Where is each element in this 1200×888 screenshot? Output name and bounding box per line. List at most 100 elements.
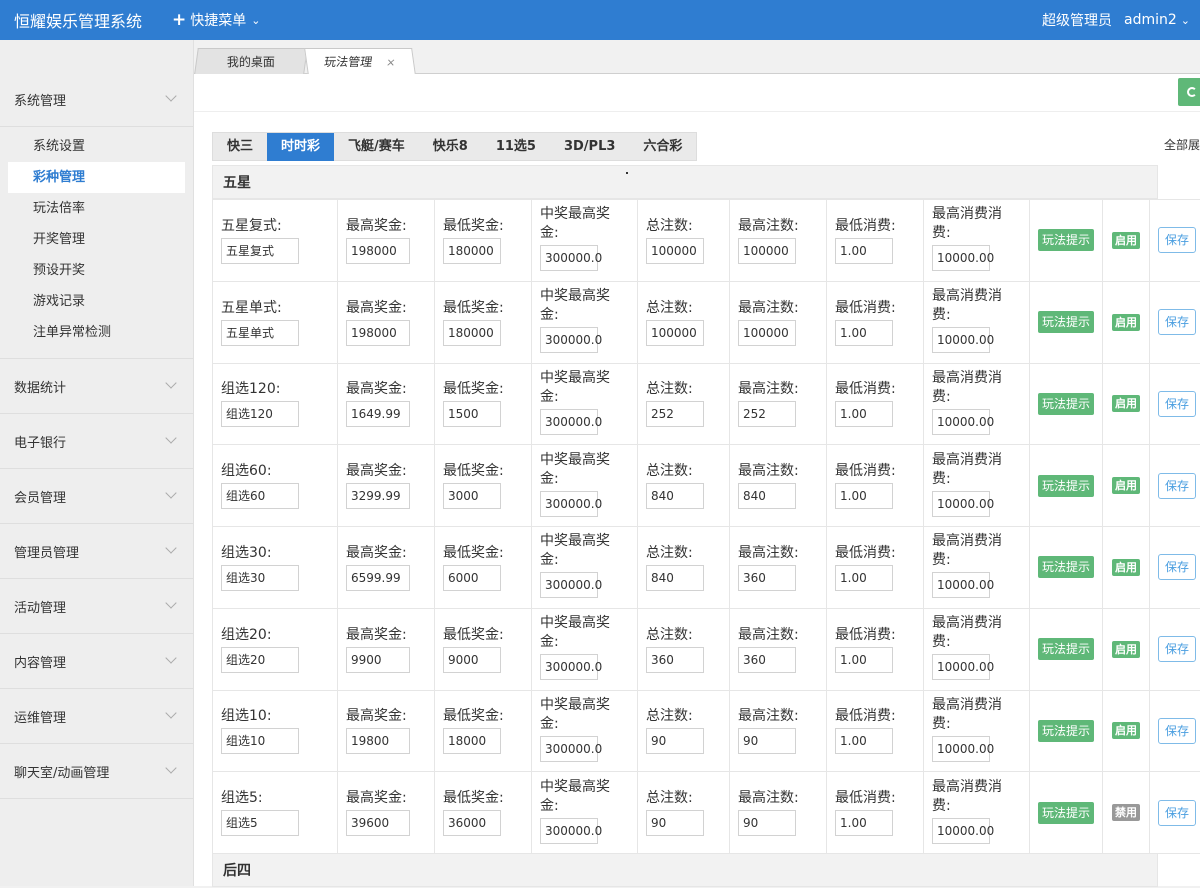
sidebar-group-members[interactable]: 会员管理 [0,469,193,524]
max-bets-input[interactable]: 90 [738,810,796,836]
max-bets-input[interactable]: 100000 [738,238,796,264]
play-tip-button[interactable]: 玩法提示 [1038,229,1094,251]
tab-lhc[interactable]: 六合彩 [629,133,696,161]
total-bets-input[interactable]: 100000 [646,320,704,346]
sidebar-item-preset-draw[interactable]: 预设开奖 [0,255,193,286]
sidebar-group-admins[interactable]: 管理员管理 [0,524,193,579]
play-name-input[interactable]: 组选60 [221,483,299,509]
refresh-button[interactable] [1178,78,1200,106]
max-win-input[interactable]: 300000.0 [540,245,598,271]
save-button[interactable]: 保存 [1158,554,1196,580]
tab-11x5[interactable]: 11选5 [482,133,550,161]
total-bets-input[interactable]: 360 [646,647,704,673]
total-bets-input[interactable]: 100000 [646,238,704,264]
max-win-input[interactable]: 300000.0 [540,491,598,517]
play-tip-button[interactable]: 玩法提示 [1038,720,1094,742]
min-prize-input[interactable]: 180000 [443,320,501,346]
total-bets-input[interactable]: 90 [646,728,704,754]
min-prize-input[interactable]: 3000 [443,483,501,509]
play-name-input[interactable]: 五星单式 [221,320,299,346]
play-tip-button[interactable]: 玩法提示 [1038,311,1094,333]
max-spend-input[interactable]: 10000.00 [932,654,990,680]
min-prize-input[interactable]: 1500 [443,401,501,427]
min-spend-input[interactable]: 1.00 [835,565,893,591]
min-spend-input[interactable]: 1.00 [835,810,893,836]
save-button[interactable]: 保存 [1158,309,1196,335]
min-prize-input[interactable]: 18000 [443,728,501,754]
play-tip-button[interactable]: 玩法提示 [1038,475,1094,497]
min-spend-input[interactable]: 1.00 [835,238,893,264]
status-badge[interactable]: 启用 [1112,722,1140,739]
sidebar-item-play-rate[interactable]: 玩法倍率 [0,193,193,224]
close-icon[interactable]: × [385,50,398,76]
max-bets-input[interactable]: 360 [738,565,796,591]
status-badge[interactable]: 启用 [1112,559,1140,576]
sidebar-group-activities[interactable]: 活动管理 [0,579,193,634]
max-spend-input[interactable]: 10000.00 [932,245,990,271]
min-prize-input[interactable]: 36000 [443,810,501,836]
status-badge[interactable]: 禁用 [1112,804,1140,821]
play-tip-button[interactable]: 玩法提示 [1038,393,1094,415]
status-badge[interactable]: 启用 [1112,477,1140,494]
play-tip-button[interactable]: 玩法提示 [1038,638,1094,660]
max-spend-input[interactable]: 10000.00 [932,409,990,435]
min-spend-input[interactable]: 1.00 [835,728,893,754]
save-button[interactable]: 保存 [1158,800,1196,826]
min-prize-input[interactable]: 180000 [443,238,501,264]
play-name-input[interactable]: 组选20 [221,647,299,673]
status-badge[interactable]: 启用 [1112,641,1140,658]
max-prize-input[interactable]: 198000 [346,320,410,346]
max-prize-input[interactable]: 9900 [346,647,410,673]
max-win-input[interactable]: 300000.0 [540,327,598,353]
sidebar-group-statistics[interactable]: 数据统计 [0,359,193,414]
max-bets-input[interactable]: 840 [738,483,796,509]
quick-menu[interactable]: + 快捷菜单 ⌄ [172,10,260,30]
play-name-input[interactable]: 组选120 [221,401,299,427]
max-prize-input[interactable]: 19800 [346,728,410,754]
sidebar-item-system-settings[interactable]: 系统设置 [0,131,193,162]
tab-ssc[interactable]: 时时彩 [267,133,334,161]
max-spend-input[interactable]: 10000.00 [932,572,990,598]
play-name-input[interactable]: 组选10 [221,728,299,754]
play-name-input[interactable]: 组选5 [221,810,299,836]
save-button[interactable]: 保存 [1158,718,1196,744]
save-button[interactable]: 保存 [1158,227,1196,253]
min-spend-input[interactable]: 1.00 [835,401,893,427]
max-prize-input[interactable]: 3299.99 [346,483,410,509]
save-button[interactable]: 保存 [1158,391,1196,417]
play-name-input[interactable]: 组选30 [221,565,299,591]
save-button[interactable]: 保存 [1158,473,1196,499]
tab-k3[interactable]: 快三 [213,133,267,161]
max-prize-input[interactable]: 1649.99 [346,401,410,427]
total-bets-input[interactable]: 840 [646,483,704,509]
max-spend-input[interactable]: 10000.00 [932,736,990,762]
sidebar-group-chatroom[interactable]: 聊天室/动画管理 [0,744,193,799]
status-badge[interactable]: 启用 [1112,232,1140,249]
sidebar-group-ops[interactable]: 运维管理 [0,689,193,744]
min-spend-input[interactable]: 1.00 [835,647,893,673]
max-prize-input[interactable]: 198000 [346,238,410,264]
play-tip-button[interactable]: 玩法提示 [1038,802,1094,824]
expand-all-link[interactable]: 全部展 [1164,136,1200,153]
total-bets-input[interactable]: 252 [646,401,704,427]
sidebar-group-system[interactable]: 系统管理 [0,72,193,127]
max-prize-input[interactable]: 6599.99 [346,565,410,591]
sidebar-item-bet-anomaly[interactable]: 注单异常检测 [0,317,193,348]
save-button[interactable]: 保存 [1158,636,1196,662]
tab-3d[interactable]: 3D/PL3 [550,133,629,161]
user-name[interactable]: admin2 [1124,12,1177,28]
max-win-input[interactable]: 300000.0 [540,572,598,598]
sidebar-group-content[interactable]: 内容管理 [0,634,193,689]
max-spend-input[interactable]: 10000.00 [932,327,990,353]
tab-play-management[interactable]: 玩法管理× [304,48,416,75]
total-bets-input[interactable]: 90 [646,810,704,836]
play-name-input[interactable]: 五星复式 [221,238,299,264]
max-bets-input[interactable]: 100000 [738,320,796,346]
tab-my-desktop[interactable]: 我的桌面 [194,48,308,74]
max-win-input[interactable]: 300000.0 [540,818,598,844]
play-tip-button[interactable]: 玩法提示 [1038,556,1094,578]
max-win-input[interactable]: 300000.0 [540,736,598,762]
max-spend-input[interactable]: 10000.00 [932,818,990,844]
tab-kl8[interactable]: 快乐8 [419,133,482,161]
total-bets-input[interactable]: 840 [646,565,704,591]
